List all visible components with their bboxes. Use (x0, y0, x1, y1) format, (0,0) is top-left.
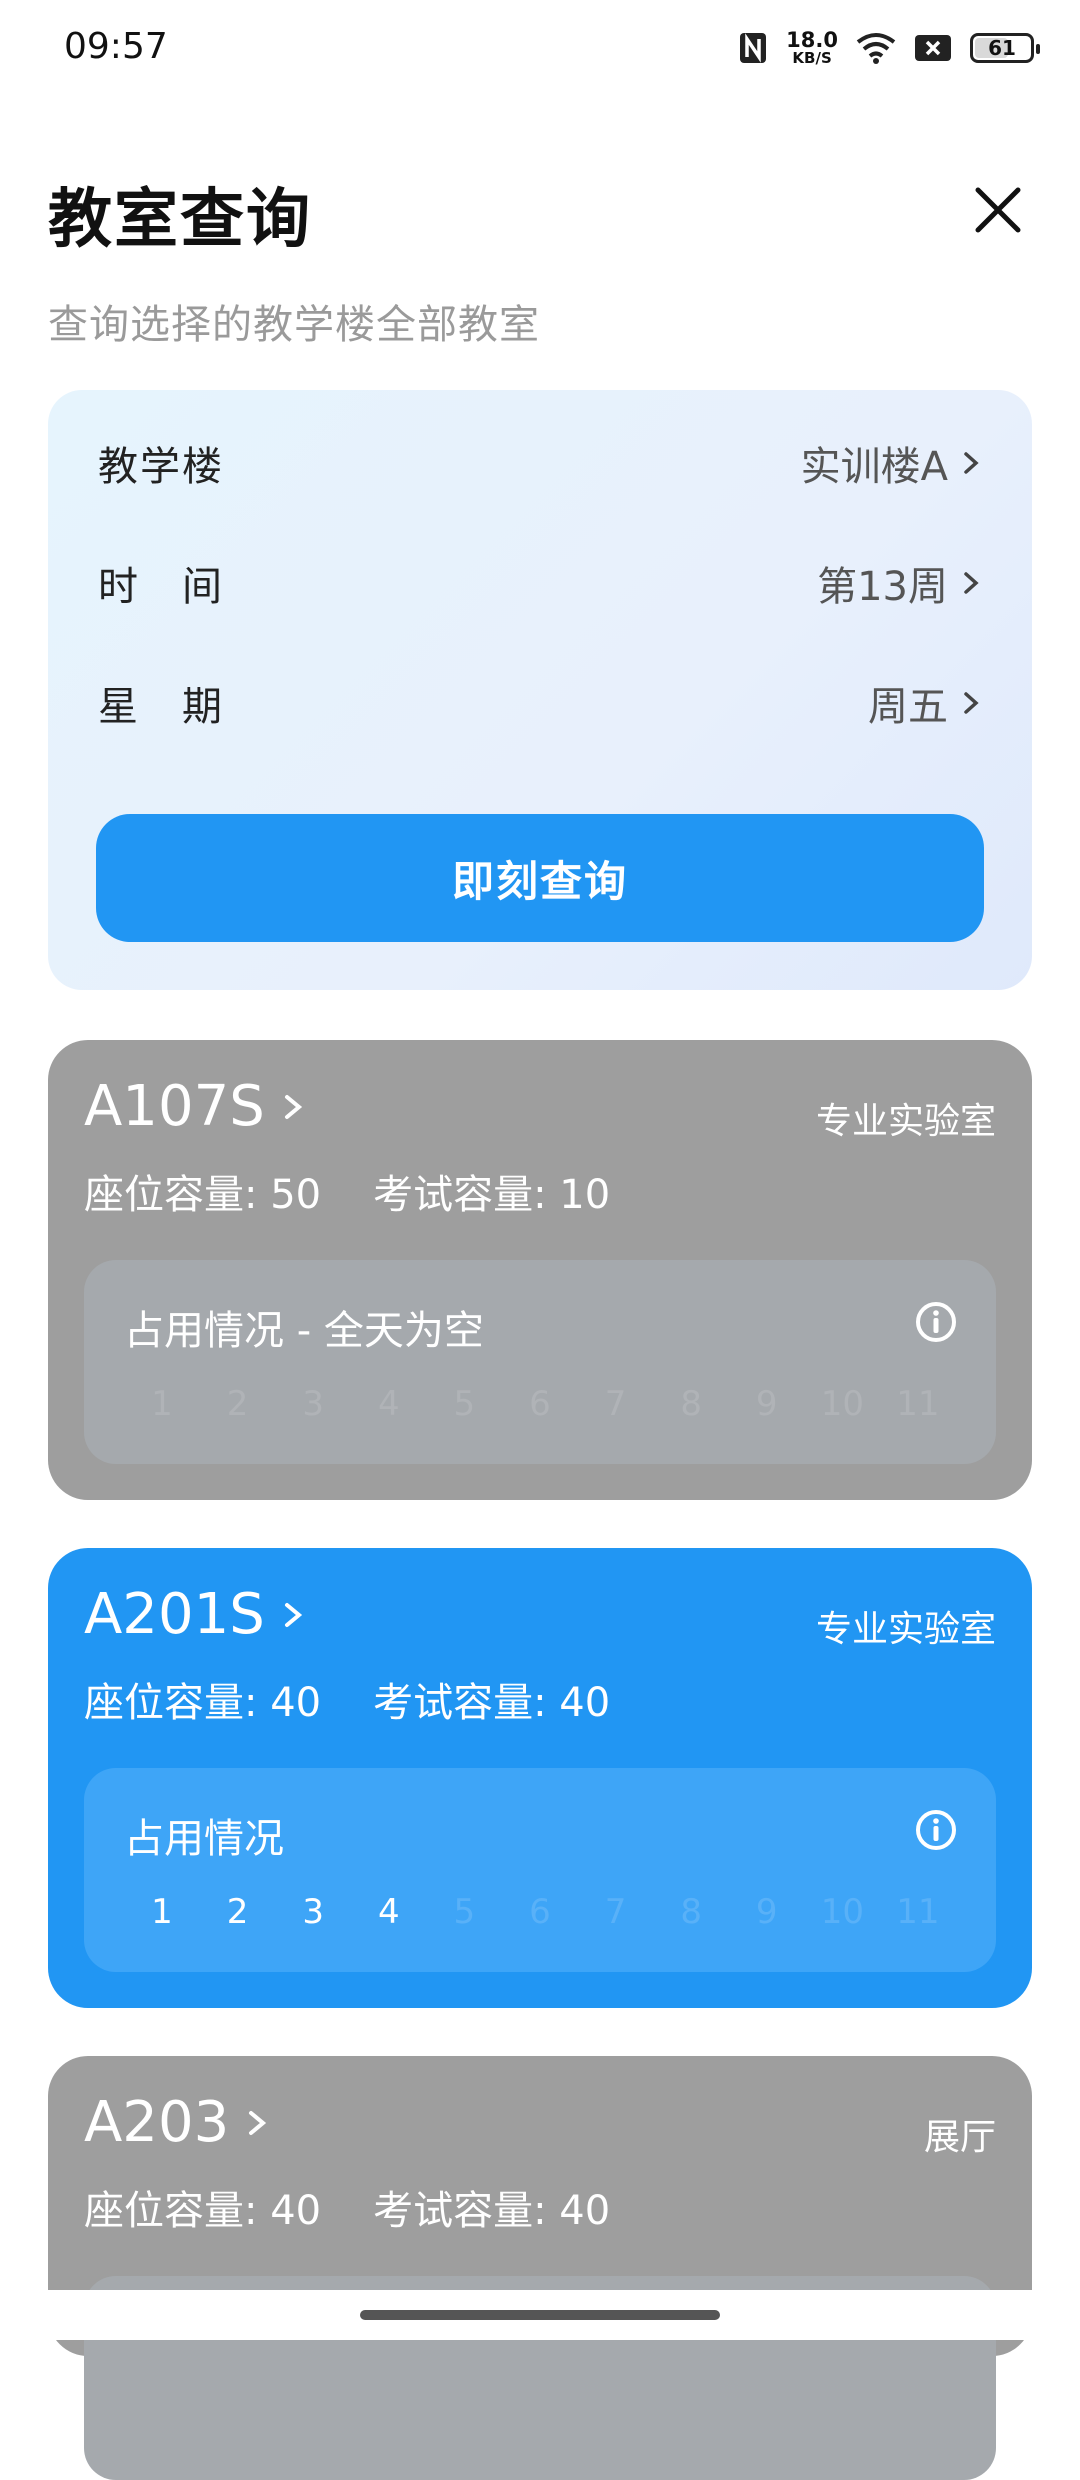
wifi-icon (856, 33, 896, 64)
room-capacity: 座位容量: 40 考试容量: 40 (84, 2178, 610, 2236)
net-speed: 18.0 KB/S (786, 30, 838, 66)
period-11: 11 (896, 1384, 940, 1424)
chevron-right-icon (249, 2110, 267, 2135)
period-5: 5 (453, 1384, 476, 1424)
period-6: 6 (529, 1892, 551, 1932)
seat-capacity: 座位容量: 40 (84, 1680, 322, 1726)
exam-capacity: 考试容量: 10 (373, 1172, 611, 1218)
exam-capacity: 考试容量: 40 (373, 1680, 611, 1726)
period-4: 4 (377, 1892, 400, 1932)
chevron-right-icon (284, 1094, 302, 1119)
room-header[interactable]: A107S (84, 1074, 305, 1139)
period-list: 1 2 3 4 5 6 7 8 9 10 11 (124, 1892, 956, 1932)
weekday-label: 星 期 (98, 684, 224, 730)
period-2: 2 (226, 1384, 249, 1424)
period-4: 4 (377, 1384, 400, 1424)
period-1: 1 (151, 1892, 173, 1932)
page-subtitle: 查询选择的教学楼全部教室 (48, 302, 540, 348)
home-indicator[interactable] (360, 2310, 720, 2320)
exam-capacity: 考试容量: 40 (373, 2188, 611, 2234)
period-8: 8 (680, 1892, 702, 1932)
info-icon[interactable] (914, 1808, 958, 1852)
query-card: 教学楼 实训楼A 时 间 第13周 星 期 周五 即刻查询 (48, 390, 1032, 990)
week-label: 时 间 (98, 564, 224, 610)
room-name: A201S (84, 1582, 265, 1647)
period-6: 6 (529, 1384, 551, 1424)
period-10: 10 (820, 1384, 864, 1424)
page-title: 教室查询 (48, 183, 312, 257)
sim-off-icon (915, 35, 951, 61)
room-type: 展厅 (923, 2117, 996, 2158)
period-3: 3 (302, 1892, 324, 1932)
period-9: 9 (755, 1384, 778, 1424)
query-button[interactable]: 即刻查询 (96, 814, 984, 942)
period-list: 1 2 3 4 5 6 7 8 9 10 11 (124, 1384, 956, 1424)
period-7: 7 (604, 1384, 627, 1424)
close-icon (975, 187, 1021, 233)
room-capacity: 座位容量: 50 考试容量: 10 (84, 1162, 610, 1220)
room-header[interactable]: A201S (84, 1582, 305, 1647)
room-type: 专业实验室 (815, 1609, 996, 1650)
battery-icon: 61 (970, 33, 1040, 63)
chevron-right-icon (284, 1602, 302, 1627)
week-selector[interactable]: 时 间 第13周 (98, 548, 982, 618)
building-value: 实训楼A (800, 444, 948, 490)
usage-title: 占用情况 - 全天为空 (124, 1308, 484, 1354)
room-capacity: 座位容量: 40 考试容量: 40 (84, 1670, 610, 1728)
building-selector[interactable]: 教学楼 实训楼A (98, 428, 982, 498)
net-speed-value: 18.0 (786, 28, 838, 52)
room-card[interactable]: A107S 专业实验室 座位容量: 50 考试容量: 10 占用情况 - 全天为… (48, 1040, 1032, 1500)
net-speed-unit: KB/S (792, 49, 832, 67)
status-bar: 09:57 18.0 KB/S 61 (0, 0, 1080, 96)
period-1: 1 (151, 1384, 173, 1424)
weekday-value: 周五 (868, 684, 948, 730)
battery-level: 61 (988, 36, 1016, 60)
period-2: 2 (226, 1892, 249, 1932)
usage-panel: 占用情况 - 全天为空 1 2 3 4 5 6 7 8 9 10 11 (84, 1260, 996, 1464)
status-time: 09:57 (64, 26, 168, 67)
nfc-icon (740, 33, 767, 63)
weekday-selector[interactable]: 星 期 周五 (98, 668, 982, 738)
period-11: 11 (896, 1892, 940, 1932)
period-3: 3 (302, 1384, 324, 1424)
room-name: A107S (84, 1074, 265, 1139)
chevron-right-icon (964, 452, 979, 474)
usage-panel: 占用情况 1 2 3 4 5 6 7 8 9 10 11 (84, 1768, 996, 1972)
period-10: 10 (820, 1892, 864, 1932)
period-8: 8 (680, 1384, 702, 1424)
period-9: 9 (755, 1892, 778, 1932)
chevron-right-icon (964, 572, 979, 594)
room-header[interactable]: A203 (84, 2090, 269, 2155)
seat-capacity: 座位容量: 40 (84, 2188, 322, 2234)
close-button[interactable] (968, 180, 1028, 240)
seat-capacity: 座位容量: 50 (84, 1172, 322, 1218)
room-type: 专业实验室 (815, 1101, 996, 1142)
status-icons: 18.0 KB/S 61 (738, 24, 1040, 72)
room-card[interactable]: A201S 专业实验室 座位容量: 40 考试容量: 40 占用情况 1 2 3 4 5… (48, 1548, 1032, 2008)
period-7: 7 (604, 1892, 627, 1932)
week-value: 第13周 (817, 564, 948, 610)
chevron-right-icon (964, 692, 979, 714)
room-name: A203 (84, 2090, 230, 2155)
building-label: 教学楼 (98, 444, 224, 490)
period-5: 5 (453, 1892, 476, 1932)
info-icon[interactable] (914, 1300, 958, 1344)
usage-title: 占用情况 (124, 1816, 284, 1862)
